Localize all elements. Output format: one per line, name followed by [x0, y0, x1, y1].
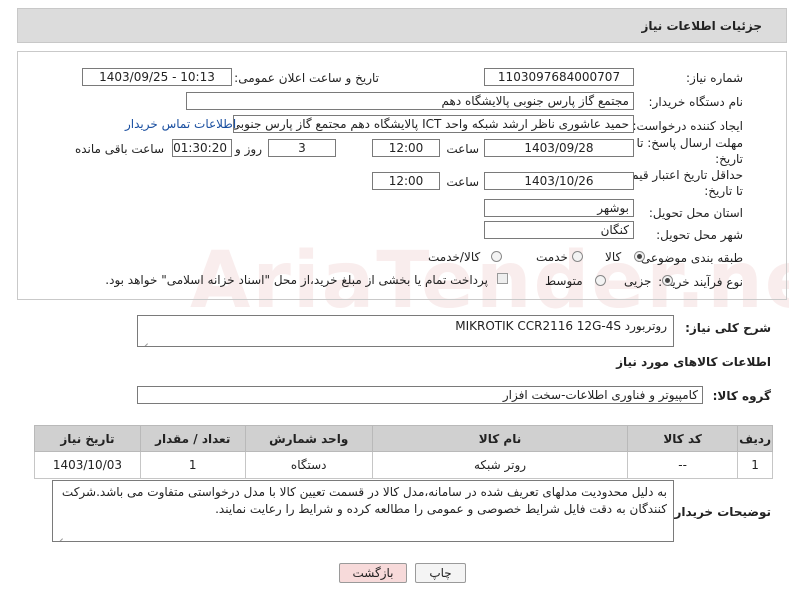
- reply-deadline-label: مهلت ارسال پاسخ: تا تاریخ:: [636, 136, 743, 166]
- city-label: شهر محل تحویل:: [656, 228, 743, 242]
- payment-note: پرداخت تمام یا بخشی از مبلغ خرید،از محل …: [105, 273, 488, 287]
- creator-label: ایجاد کننده درخواست:: [632, 119, 743, 133]
- buyer-org-label: نام دستگاه خریدار:: [648, 95, 744, 109]
- category-radio-goods[interactable]: [634, 251, 645, 262]
- validity-date-field: 1403/10/26: [484, 172, 634, 190]
- process-option-minor: جزیی: [624, 274, 652, 288]
- cell-unit: دستگاه: [244, 451, 373, 479]
- days-field: 3: [268, 139, 336, 157]
- col-header-code: کد کالا: [627, 425, 739, 452]
- category-label: طبقه بندی موضوعی:: [636, 251, 743, 265]
- goods-group-field: کامپیوتر و فناوری اطلاعات-سخت افزار: [137, 386, 703, 404]
- page-header: جزئیات اطلاعات نیاز: [17, 8, 787, 43]
- days-label: روز و: [235, 142, 262, 156]
- page-title: جزئیات اطلاعات نیاز: [641, 19, 762, 33]
- table-header-row: ردیف کد کالا نام کالا واحد شمارش تعداد /…: [34, 425, 773, 452]
- process-radio-medium[interactable]: [595, 275, 606, 286]
- print-button[interactable]: چاپ: [415, 563, 466, 583]
- need-number-label: شماره نیاز:: [686, 71, 743, 85]
- remaining-label: ساعت باقی مانده: [74, 142, 164, 156]
- description-text: روتربورد MIKROTIK CCR2116 12G-4S: [455, 319, 667, 333]
- col-header-unit: واحد شمارش: [244, 425, 373, 452]
- category-radio-both[interactable]: [491, 251, 502, 262]
- process-option-medium: متوسط: [545, 274, 583, 288]
- cell-date: 1403/10/03: [34, 451, 141, 479]
- goods-table: ردیف کد کالا نام کالا واحد شمارش تعداد /…: [34, 425, 773, 479]
- category-option-both: کالا/خدمت: [428, 250, 481, 264]
- category-radio-service[interactable]: [572, 251, 583, 262]
- category-option-goods: کالا: [605, 250, 622, 264]
- creator-field: حمید عاشوری ناظر ارشد شبکه واحد ICT پالا…: [233, 115, 634, 133]
- reply-time-field: 12:00: [372, 139, 440, 157]
- buyer-contact-link[interactable]: اطلاعات تماس خریدار: [125, 117, 236, 131]
- cell-qty: 1: [139, 451, 246, 479]
- cell-name: روتر شبکه: [371, 451, 629, 479]
- validity-time-label: ساعت: [446, 175, 479, 189]
- payment-checkbox[interactable]: [497, 273, 508, 284]
- validity-time-field: 12:00: [372, 172, 440, 190]
- province-field: بوشهر: [484, 199, 634, 217]
- description-field[interactable]: روتربورد MIKROTIK CCR2116 12G-4S: [137, 315, 674, 347]
- col-header-name: نام کالا: [371, 425, 629, 452]
- announce-label: تاریخ و ساعت اعلان عمومی:: [234, 71, 379, 85]
- buyer-notes-field[interactable]: به دلیل محدودیت مدلهای تعریف شده در ساما…: [52, 480, 674, 542]
- description-label: شرح کلی نیاز:: [685, 321, 771, 335]
- need-number-field: 1103097684000707: [484, 68, 634, 86]
- goods-info-title: اطلاعات کالاهای مورد نیاز: [616, 355, 771, 369]
- city-field: کنگان: [484, 221, 634, 239]
- process-radio-minor[interactable]: [662, 275, 673, 286]
- reply-time-label: ساعت: [446, 142, 479, 156]
- remaining-time-field: 01:30:20: [172, 139, 232, 157]
- col-header-date: تاریخ نیاز: [34, 425, 141, 452]
- col-header-qty: تعداد / مقدار: [139, 425, 246, 452]
- announce-field: 1403/09/25 - 10:13: [82, 68, 232, 86]
- buyer-notes-label: توضیحات خریدار:: [669, 505, 771, 519]
- notes-resize-handle[interactable]: [55, 531, 63, 539]
- buyer-org-field: مجتمع گاز پارس جنوبی پالایشگاه دهم: [186, 92, 634, 110]
- cell-code: --: [627, 451, 739, 479]
- buyer-notes-text: به دلیل محدودیت مدلهای تعریف شده در ساما…: [61, 485, 667, 516]
- back-button[interactable]: بازگشت: [339, 563, 407, 583]
- resize-handle[interactable]: [140, 336, 148, 344]
- reply-date-field: 1403/09/28: [484, 139, 634, 157]
- province-label: استان محل تحویل:: [648, 206, 743, 220]
- col-header-row-no: ردیف: [737, 425, 773, 452]
- table-row: 1 -- روتر شبکه دستگاه 1 1403/10/03: [34, 451, 773, 479]
- category-option-service: خدمت: [536, 250, 568, 264]
- goods-group-label: گروه کالا:: [712, 389, 771, 403]
- cell-row-no: 1: [737, 451, 773, 479]
